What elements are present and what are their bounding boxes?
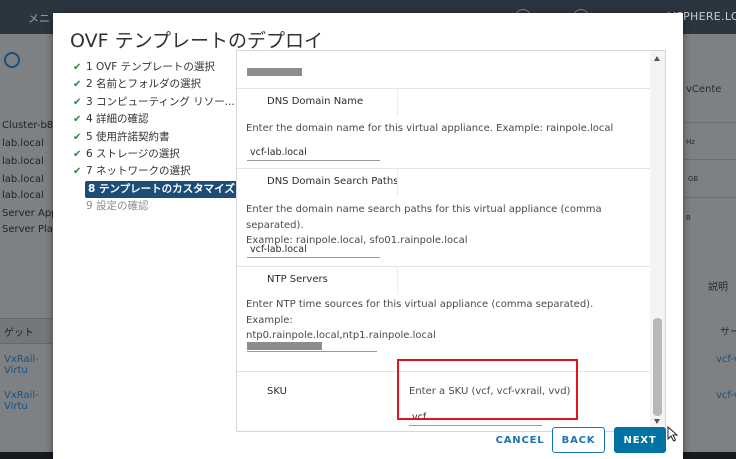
- dns-search-input[interactable]: [247, 241, 380, 258]
- divider: [684, 122, 736, 123]
- description-line: Enter NTP time sources for this virtual …: [246, 299, 594, 326]
- wizard-step-1[interactable]: ✔ 1 OVF テンプレートの選択: [73, 59, 233, 76]
- ntp-description: Enter NTP time sources for this virtual …: [246, 297, 641, 344]
- wizard-step-6[interactable]: ✔ 6 ストレージの選択: [73, 146, 233, 163]
- step-label: 8 テンプレートのカスタマイズ: [88, 182, 235, 195]
- ntp-label: NTP Servers: [267, 274, 328, 285]
- storage-unit-label: B: [686, 214, 691, 222]
- wizard-step-4[interactable]: ✔ 4 詳細の確認: [73, 111, 233, 128]
- inventory-item[interactable]: lab.local: [2, 190, 44, 201]
- ntp-redacted-input[interactable]: [247, 342, 322, 350]
- step-label: 4 詳細の確認: [86, 113, 149, 126]
- summary-panel: vCente Hz GB B 説明 サー vcf-v vcf-v: [684, 34, 736, 459]
- deploy-ovf-dialog: OVF テンプレートのデプロイ ✔ 1 OVF テンプレートの選択 ✔ 2 名前とフ…: [53, 13, 683, 459]
- check-icon: ✔: [73, 62, 82, 73]
- cancel-button[interactable]: CANCEL: [478, 427, 562, 453]
- divider: [397, 169, 398, 196]
- check-icon: ✔: [73, 131, 82, 143]
- inventory-sidebar: Cluster-b8c lab.local lab.local lab.loca…: [0, 34, 59, 459]
- step-label: 2 名前とフォルダの選択: [86, 78, 202, 91]
- inventory-item[interactable]: Server App: [2, 208, 58, 219]
- dns-domain-label: DNS Domain Name: [267, 96, 364, 107]
- table-row[interactable]: vcf-v: [716, 390, 736, 401]
- table-row[interactable]: VxRail-Virtu: [4, 390, 52, 412]
- wizard-step-9: 9 設定の確認: [73, 198, 233, 215]
- inventory-item[interactable]: Cluster-b8c: [2, 120, 59, 131]
- sku-label: SKU: [267, 386, 287, 397]
- dns-domain-header: DNS Domain Name: [237, 88, 650, 116]
- divider: [397, 267, 398, 294]
- cpu-unit-label: Hz: [686, 138, 695, 146]
- sku-highlight-annotation: [397, 359, 578, 420]
- description-tab[interactable]: 説明: [708, 278, 728, 293]
- wizard-step-5[interactable]: ✔ 5 使用許諾契約書: [73, 129, 233, 146]
- back-button[interactable]: BACK: [552, 427, 605, 453]
- table-header: ゲット: [0, 318, 52, 344]
- inventory-item[interactable]: Server Plat: [2, 224, 57, 235]
- check-icon: ✔: [73, 166, 82, 178]
- step-label: 5 使用許諾契約書: [86, 130, 170, 143]
- menu-label[interactable]: メニ: [28, 10, 50, 26]
- host-icon: [4, 52, 20, 68]
- step-label: 7 ネットワークの選択: [86, 165, 191, 178]
- dns-domain-description: Enter the domain name for this virtual a…: [246, 123, 614, 134]
- mouse-cursor-icon: [667, 426, 679, 442]
- wizard-step-8-active[interactable]: 8 テンプレートのカスタマイズ: [85, 180, 240, 199]
- check-icon: ✔: [73, 148, 82, 160]
- check-icon: ✔: [73, 96, 82, 108]
- column-header[interactable]: ゲット: [4, 324, 34, 339]
- scrollbar-thumb[interactable]: [653, 318, 662, 416]
- next-button[interactable]: NEXT: [614, 427, 666, 453]
- vertical-scrollbar[interactable]: [650, 51, 665, 431]
- ntp-header: NTP Servers: [237, 266, 650, 294]
- step-label: 6 ストレージの選択: [86, 147, 180, 160]
- wizard-steps: ✔ 1 OVF テンプレートの選択 ✔ 2 名前とフォルダの選択 ✔ 3 コンピューテ…: [73, 59, 240, 216]
- divider: [684, 159, 736, 160]
- step-label: 1 OVF テンプレートの選択: [86, 61, 215, 73]
- scroll-down-arrow-icon[interactable]: [654, 419, 660, 424]
- column-header[interactable]: サー: [720, 323, 736, 338]
- memory-unit-label: GB: [688, 175, 699, 183]
- inventory-item[interactable]: lab.local: [2, 138, 44, 149]
- inventory-item[interactable]: lab.local: [2, 174, 44, 185]
- redacted-value: [247, 68, 302, 76]
- dns-search-label: DNS Domain Search Paths: [267, 176, 399, 187]
- table-row[interactable]: vcf-v: [716, 354, 736, 365]
- dns-search-header: DNS Domain Search Paths: [237, 168, 650, 196]
- description-line: Enter the domain name search paths for t…: [246, 204, 602, 231]
- check-icon: ✔: [73, 79, 82, 91]
- dns-domain-input[interactable]: [247, 144, 380, 161]
- wizard-step-3[interactable]: ✔ 3 コンピューティング リソー...: [73, 94, 235, 111]
- scroll-up-arrow-icon[interactable]: [654, 56, 660, 61]
- check-icon: ✔: [73, 114, 82, 126]
- table-row[interactable]: VxRail-Virtu: [4, 354, 52, 376]
- wizard-step-7[interactable]: ✔ 7 ネットワークの選択: [73, 163, 233, 180]
- inventory-item[interactable]: lab.local: [2, 156, 44, 167]
- wizard-step-2[interactable]: ✔ 2 名前とフォルダの選択: [73, 76, 233, 93]
- step-label: 3 コンピューティング リソー...: [86, 95, 235, 108]
- vcenter-label: vCente: [686, 84, 722, 95]
- dialog-title: OVF テンプレートのデプロイ: [70, 30, 324, 52]
- input-underline: [247, 351, 377, 352]
- divider: [397, 89, 398, 116]
- step-label: 9 設定の確認: [86, 200, 149, 213]
- divider: [684, 197, 736, 198]
